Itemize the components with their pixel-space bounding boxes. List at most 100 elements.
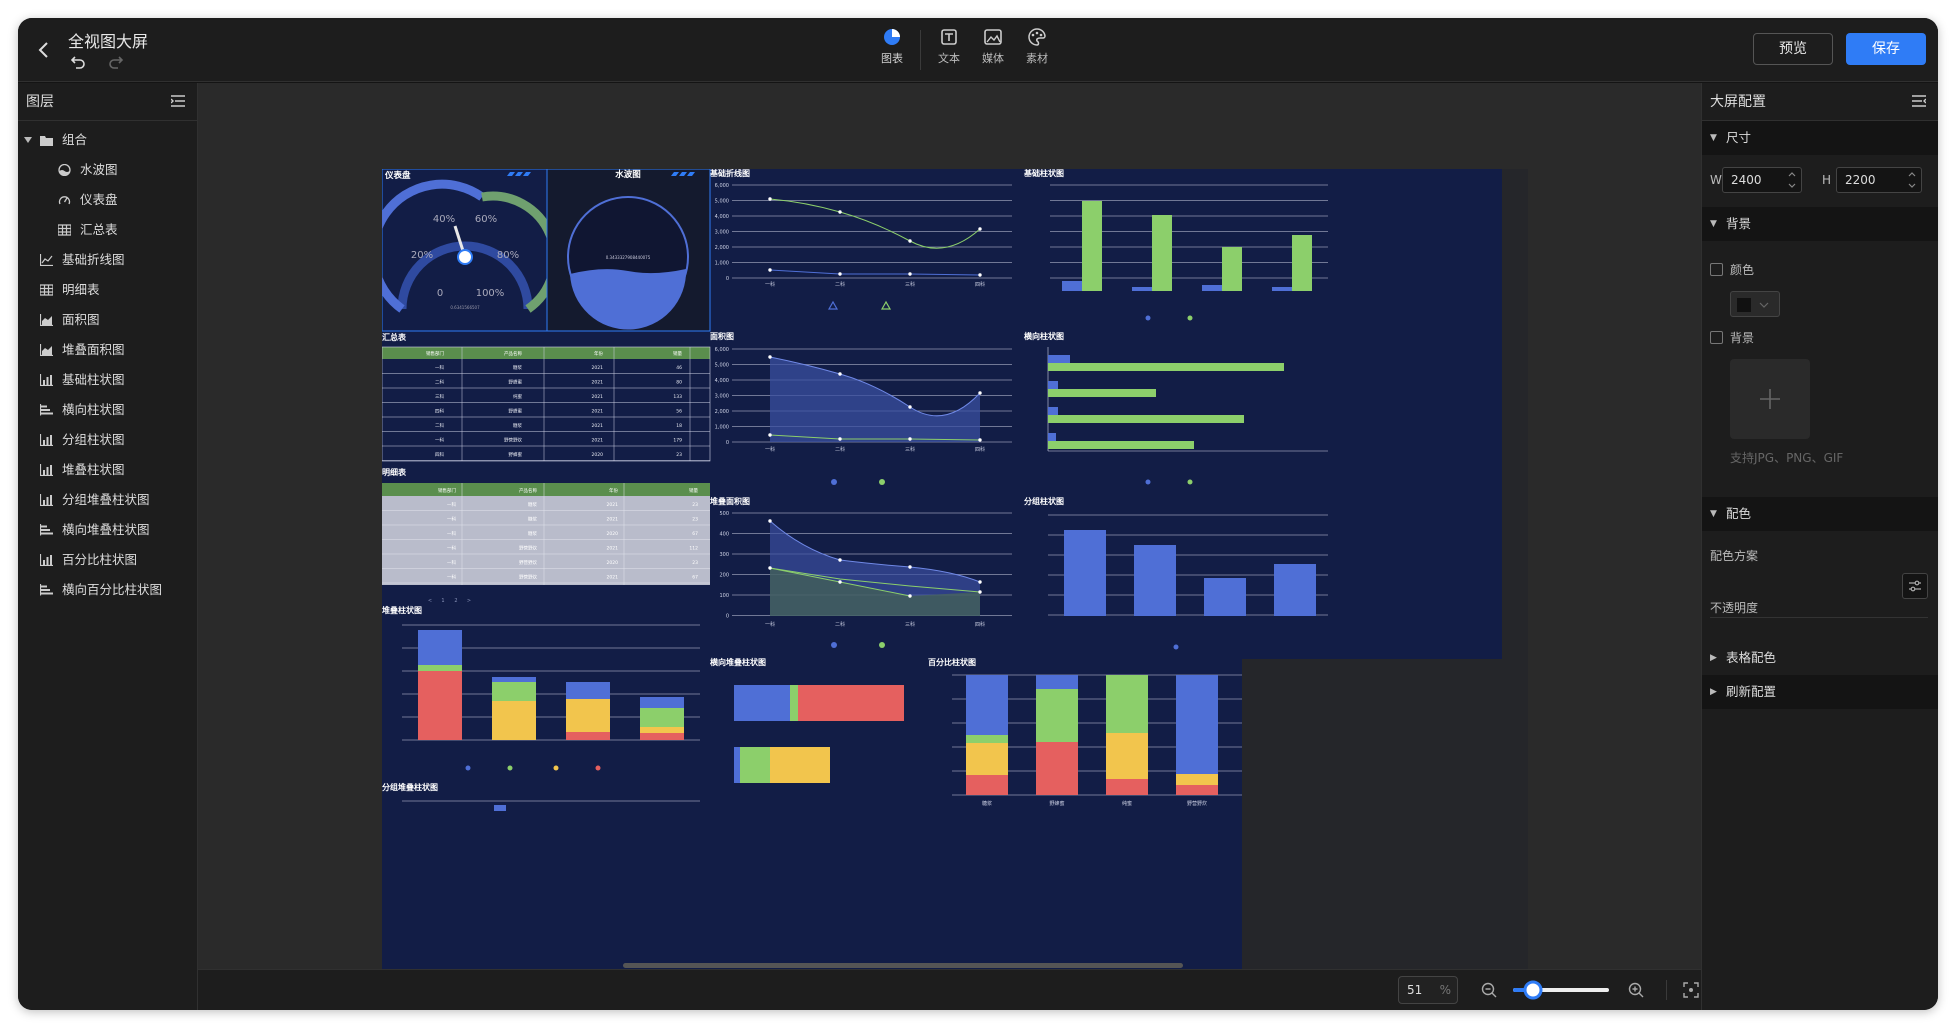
layer-item[interactable]: 基础柱状图 <box>18 365 197 395</box>
zoom-in-icon[interactable] <box>1628 982 1644 998</box>
table-cell: 2021 <box>607 546 619 552</box>
horizontal-scrollbar[interactable] <box>623 963 1183 968</box>
layer-item[interactable]: 明细表 <box>18 275 197 305</box>
bar-chart-icon <box>40 464 53 476</box>
layer-item[interactable]: 分组堆叠柱状图 <box>18 485 197 515</box>
y-tick-label: 2,000 <box>715 409 729 415</box>
table-cell: 2021 <box>592 365 604 371</box>
background-image-checkbox[interactable] <box>1710 331 1723 344</box>
layer-item[interactable]: 分组柱状图 <box>18 425 197 455</box>
hbar-chart-icon <box>40 404 53 416</box>
stacked-bar-segment <box>418 671 462 740</box>
table-header-cell: 销量 <box>673 350 682 357</box>
x-tick-label: 一科 <box>765 621 775 628</box>
legend-dot <box>1187 479 1193 485</box>
dashboard-screen[interactable]: 仪表盘 0 20% 40% 60% 80% 100% 0.6341566507 水波图 0.343… <box>382 169 1528 969</box>
hbar-chart-icon <box>40 524 53 536</box>
zoom-slider[interactable] <box>1511 978 1611 1002</box>
upload-box[interactable] <box>1730 359 1810 439</box>
area-chart-icon <box>40 344 53 356</box>
area-point <box>838 437 842 441</box>
layer-item[interactable]: 横向堆叠柱状图 <box>18 515 197 545</box>
undo-button[interactable] <box>70 54 86 74</box>
layer-label: 水波图 <box>80 162 118 177</box>
table-cell: 二科 <box>435 422 444 429</box>
color-picker[interactable] <box>1730 291 1780 317</box>
width-stepper[interactable] <box>1786 169 1798 191</box>
stacked-point <box>768 566 772 570</box>
table-cell: 一科 <box>447 574 456 581</box>
hbar-green <box>1048 415 1244 423</box>
line-chart-icon <box>40 254 53 266</box>
palette-icon <box>1028 28 1046 46</box>
layer-item[interactable]: 基础折线图 <box>18 245 197 275</box>
color-checkbox[interactable] <box>1710 263 1723 276</box>
insert-toolbar: 图表 文本 媒体 素材 <box>870 26 1059 74</box>
size-section-header[interactable]: ▼ 尺寸 <box>1702 121 1938 155</box>
hstacked-segment <box>790 685 798 721</box>
layer-label: 堆叠面积图 <box>62 342 125 357</box>
table-cell: 67 <box>692 531 698 537</box>
bar-blue <box>1062 281 1082 291</box>
tool-media[interactable]: 媒体 <box>971 26 1015 74</box>
hbar-title: 横向柱状图 <box>1024 331 1064 341</box>
tool-chart[interactable]: 图表 <box>870 26 914 74</box>
layer-item[interactable]: 堆叠柱状图 <box>18 455 197 485</box>
preview-button[interactable]: 预览 <box>1753 33 1833 65</box>
sliders-icon <box>1909 580 1921 592</box>
fit-screen-icon[interactable] <box>1683 982 1699 998</box>
table-cell: 2020 <box>607 531 619 537</box>
hbar-blue <box>1048 407 1058 415</box>
table-cell: 2021 <box>592 380 604 386</box>
table-cell: 80 <box>676 380 682 386</box>
height-stepper[interactable] <box>1906 169 1918 191</box>
table-header-cell: 年份 <box>594 350 603 357</box>
y-tick-label: 3,000 <box>715 394 729 400</box>
hstacked-bar-title: 横向堆叠柱状图 <box>710 657 766 667</box>
zoom-input[interactable]: 51 % <box>1398 976 1458 1004</box>
tool-material[interactable]: 素材 <box>1015 26 1059 74</box>
background-section-header[interactable]: ▼ 背景 <box>1702 207 1938 241</box>
text-icon <box>941 29 957 45</box>
table-cell: 纯蜜 <box>513 393 522 400</box>
layer-item[interactable]: 组合 <box>18 125 197 155</box>
hstacked-segment <box>734 685 790 721</box>
stacked-bar-segment <box>640 708 684 727</box>
layer-item[interactable]: 百分比柱状图 <box>18 545 197 575</box>
layer-item[interactable]: 堆叠面积图 <box>18 335 197 365</box>
layer-label: 明细表 <box>62 282 100 297</box>
canvas-area[interactable]: 仪表盘 0 20% 40% 60% 80% 100% 0.6341566507 水波图 0.343… <box>198 83 1874 969</box>
stacked-point <box>838 580 842 584</box>
y-tick-label: 4,000 <box>715 214 729 220</box>
hbar-blue <box>1048 355 1070 363</box>
line-point <box>768 268 772 272</box>
toolbar-divider <box>920 30 921 70</box>
zoom-out-icon[interactable] <box>1481 982 1497 998</box>
layer-item[interactable]: 水波图 <box>18 155 197 185</box>
redo-button[interactable] <box>108 54 124 74</box>
y-tick-label: 0 <box>726 614 729 620</box>
caret-down-icon[interactable] <box>24 136 32 144</box>
layer-item[interactable]: 仪表盘 <box>18 185 197 215</box>
save-button[interactable]: 保存 <box>1846 33 1926 65</box>
table-cell: 2021 <box>607 575 619 581</box>
layer-item[interactable]: 汇总表 <box>18 215 197 245</box>
layer-item[interactable]: 横向百分比柱状图 <box>18 575 197 605</box>
water-value: 0.3433327908440075 <box>606 255 651 260</box>
table-cell: 46 <box>676 365 682 371</box>
zoom-value: 51 <box>1407 983 1423 997</box>
collapse-config-icon[interactable] <box>1912 95 1926 107</box>
x-tick-label: 四科 <box>975 281 985 288</box>
layer-item[interactable]: 面积图 <box>18 305 197 335</box>
table-header-cell: 产品名称 <box>519 487 537 494</box>
back-button[interactable] <box>30 36 58 64</box>
collapse-panel-icon[interactable] <box>171 95 185 107</box>
palette-settings-button[interactable] <box>1902 573 1928 599</box>
palette-section-header[interactable]: ▼ 配色 <box>1702 497 1938 531</box>
refresh-section-header[interactable]: ▶ 刷新配置 <box>1702 675 1938 709</box>
y-tick-label: 500 <box>719 511 729 517</box>
layer-item[interactable]: 横向柱状图 <box>18 395 197 425</box>
height-value: 2200 <box>1845 173 1876 187</box>
tool-text[interactable]: 文本 <box>927 26 971 74</box>
table-color-section-header[interactable]: ▶ 表格配色 <box>1702 641 1938 675</box>
